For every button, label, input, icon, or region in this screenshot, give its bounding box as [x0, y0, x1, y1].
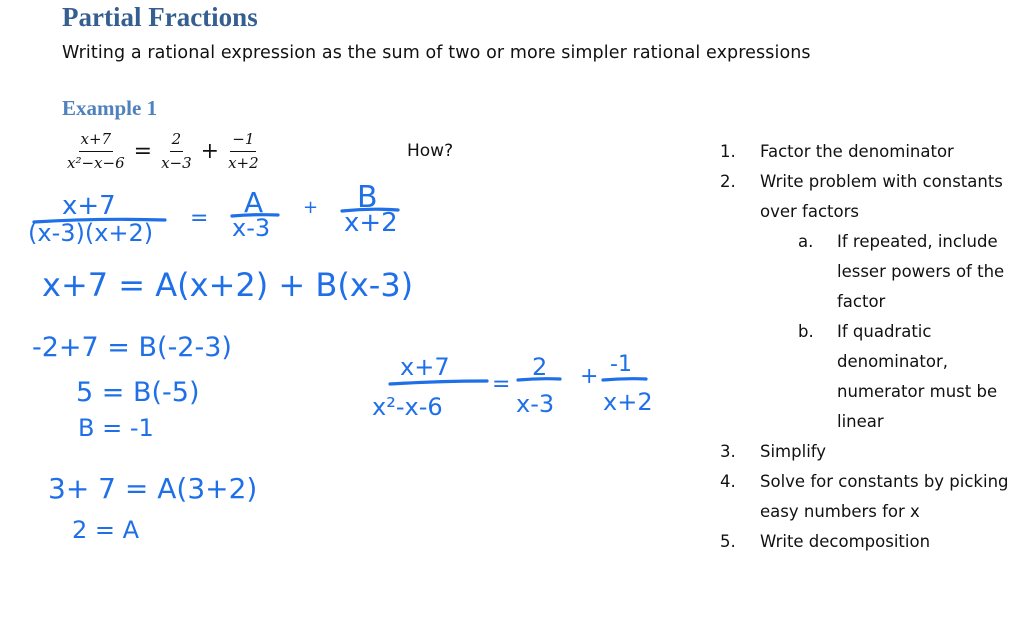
- ink-line-7: 2 = A: [72, 516, 140, 544]
- ink-fraction-bar-4: [388, 379, 489, 386]
- ink-result-equals: =: [492, 372, 511, 397]
- ink-result-term2-den: x+2: [603, 388, 653, 416]
- ink-line-6: 3+ 7 = A(3+2): [48, 472, 258, 505]
- ink-line-5: B = -1: [78, 414, 154, 442]
- ink-result-term2-num: -1: [610, 352, 632, 377]
- ink-result-numerator: x+7: [400, 353, 450, 381]
- ink-result-term1-num: 2: [532, 353, 548, 381]
- ink-result-plus: +: [580, 364, 599, 389]
- ink-fraction-bar-6: [601, 377, 648, 382]
- ink-line-2: x+7 = A(x+2) + B(x-3): [42, 266, 414, 304]
- ink-result-denominator: x²-x-6: [372, 393, 443, 421]
- ink-l1-equals: =: [190, 206, 209, 231]
- ink-l1-numerator: x+7: [62, 191, 116, 221]
- ink-result-term1-den: x-3: [516, 390, 555, 418]
- ink-line-3: -2+7 = B(-2-3): [32, 332, 232, 363]
- ink-strokes: [32, 207, 648, 386]
- ink-l1-term2-den: x+2: [344, 208, 398, 238]
- ink-l1-plus: +: [303, 197, 319, 218]
- ink-l1-term1-den: x-3: [232, 214, 271, 242]
- ink-line-4: 5 = B(-5): [76, 377, 200, 408]
- ink-l1-denominator: (x-3)(x+2): [28, 219, 154, 247]
